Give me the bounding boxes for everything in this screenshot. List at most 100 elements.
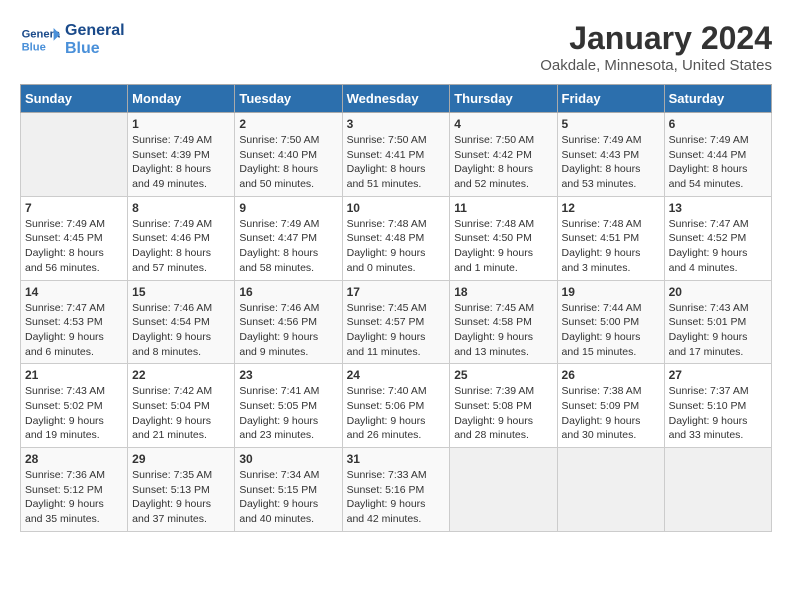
day-number: 14 bbox=[25, 285, 123, 299]
logo-line1: General bbox=[65, 22, 125, 40]
week-row-1: 1 Sunrise: 7:49 AMSunset: 4:39 PMDaylight… bbox=[21, 113, 772, 197]
calendar-cell: 17 Sunrise: 7:45 AMSunset: 4:57 PMDayligh… bbox=[342, 280, 450, 364]
day-number: 9 bbox=[239, 201, 337, 215]
page-header: General Blue General Blue January 2024 O… bbox=[20, 20, 772, 74]
day-info: Sunrise: 7:36 AMSunset: 5:12 PMDaylight:… bbox=[25, 468, 123, 527]
calendar-cell: 9 Sunrise: 7:49 AMSunset: 4:47 PMDaylight… bbox=[235, 196, 342, 280]
day-number: 25 bbox=[454, 368, 552, 382]
day-info: Sunrise: 7:34 AMSunset: 5:15 PMDaylight:… bbox=[239, 468, 337, 527]
calendar-cell: 28Sunrise: 7:36 AMSunset: 5:12 PMDayligh… bbox=[21, 448, 128, 532]
day-info: Sunrise: 7:43 AMSunset: 5:02 PMDaylight:… bbox=[25, 384, 123, 443]
calendar-cell bbox=[664, 448, 771, 532]
calendar-cell: 31Sunrise: 7:33 AMSunset: 5:16 PMDayligh… bbox=[342, 448, 450, 532]
day-number: 31 bbox=[347, 452, 446, 466]
day-number: 13 bbox=[669, 201, 767, 215]
day-info: Sunrise: 7:48 AMSunset: 4:50 PMDaylight:… bbox=[454, 217, 552, 276]
calendar-cell: 15 Sunrise: 7:46 AMSunset: 4:54 PMDayligh… bbox=[128, 280, 235, 364]
day-number: 16 bbox=[239, 285, 337, 299]
header-day-tuesday: Tuesday bbox=[235, 85, 342, 113]
day-info: Sunrise: 7:45 AMSunset: 4:57 PMDaylight:… bbox=[347, 301, 446, 360]
calendar-cell bbox=[450, 448, 557, 532]
day-info: Sunrise: 7:40 AMSunset: 5:06 PMDaylight:… bbox=[347, 384, 446, 443]
week-row-5: 28Sunrise: 7:36 AMSunset: 5:12 PMDayligh… bbox=[21, 448, 772, 532]
calendar-cell: 6 Sunrise: 7:49 AMSunset: 4:44 PMDaylight… bbox=[664, 113, 771, 197]
day-info: Sunrise: 7:39 AMSunset: 5:08 PMDaylight:… bbox=[454, 384, 552, 443]
day-info: Sunrise: 7:49 AMSunset: 4:39 PMDaylight:… bbox=[132, 133, 230, 192]
day-info: Sunrise: 7:47 AMSunset: 4:53 PMDaylight:… bbox=[25, 301, 123, 360]
day-info: Sunrise: 7:49 AMSunset: 4:45 PMDaylight:… bbox=[25, 217, 123, 276]
week-row-2: 7 Sunrise: 7:49 AMSunset: 4:45 PMDaylight… bbox=[21, 196, 772, 280]
day-info: Sunrise: 7:46 AMSunset: 4:56 PMDaylight:… bbox=[239, 301, 337, 360]
day-info: Sunrise: 7:42 AMSunset: 5:04 PMDaylight:… bbox=[132, 384, 230, 443]
day-number: 12 bbox=[562, 201, 660, 215]
title-block: January 2024 Oakdale, Minnesota, United … bbox=[540, 20, 772, 74]
calendar-cell: 5Sunrise: 7:49 AMSunset: 4:43 PMDaylight… bbox=[557, 113, 664, 197]
day-number: 22 bbox=[132, 368, 230, 382]
week-row-3: 14 Sunrise: 7:47 AMSunset: 4:53 PMDayligh… bbox=[21, 280, 772, 364]
day-info: Sunrise: 7:45 AMSunset: 4:58 PMDaylight:… bbox=[454, 301, 552, 360]
calendar-cell: 24 Sunrise: 7:40 AMSunset: 5:06 PMDayligh… bbox=[342, 364, 450, 448]
day-number: 2 bbox=[239, 117, 337, 131]
logo-line2: Blue bbox=[65, 40, 125, 58]
calendar-cell: 23 Sunrise: 7:41 AMSunset: 5:05 PMDayligh… bbox=[235, 364, 342, 448]
day-number: 30 bbox=[239, 452, 337, 466]
day-info: Sunrise: 7:49 AMSunset: 4:46 PMDaylight:… bbox=[132, 217, 230, 276]
calendar-cell: 29 Sunrise: 7:35 AMSunset: 5:13 PMDayligh… bbox=[128, 448, 235, 532]
calendar-cell bbox=[21, 113, 128, 197]
day-number: 1 bbox=[132, 117, 230, 131]
calendar-cell: 16 Sunrise: 7:46 AMSunset: 4:56 PMDayligh… bbox=[235, 280, 342, 364]
day-number: 21 bbox=[25, 368, 123, 382]
calendar-cell: 1 Sunrise: 7:49 AMSunset: 4:39 PMDaylight… bbox=[128, 113, 235, 197]
day-info: Sunrise: 7:46 AMSunset: 4:54 PMDaylight:… bbox=[132, 301, 230, 360]
calendar-cell: 7 Sunrise: 7:49 AMSunset: 4:45 PMDaylight… bbox=[21, 196, 128, 280]
day-number: 27 bbox=[669, 368, 767, 382]
calendar-header-row: SundayMondayTuesdayWednesdayThursdayFrid… bbox=[21, 85, 772, 113]
day-info: Sunrise: 7:50 AMSunset: 4:42 PMDaylight:… bbox=[454, 133, 552, 192]
day-number: 7 bbox=[25, 201, 123, 215]
week-row-4: 21 Sunrise: 7:43 AMSunset: 5:02 PMDayligh… bbox=[21, 364, 772, 448]
day-number: 10 bbox=[347, 201, 446, 215]
calendar-cell: 4 Sunrise: 7:50 AMSunset: 4:42 PMDaylight… bbox=[450, 113, 557, 197]
day-number: 5 bbox=[562, 117, 660, 131]
day-info: Sunrise: 7:44 AMSunset: 5:00 PMDaylight:… bbox=[562, 301, 660, 360]
calendar-cell: 19 Sunrise: 7:44 AMSunset: 5:00 PMDayligh… bbox=[557, 280, 664, 364]
day-info: Sunrise: 7:50 AMSunset: 4:40 PMDaylight:… bbox=[239, 133, 337, 192]
header-day-saturday: Saturday bbox=[664, 85, 771, 113]
calendar-cell: 18 Sunrise: 7:45 AMSunset: 4:58 PMDayligh… bbox=[450, 280, 557, 364]
day-number: 6 bbox=[669, 117, 767, 131]
calendar-cell: 22 Sunrise: 7:42 AMSunset: 5:04 PMDayligh… bbox=[128, 364, 235, 448]
calendar-cell: 3Sunrise: 7:50 AMSunset: 4:41 PMDaylight… bbox=[342, 113, 450, 197]
calendar-cell: 11Sunrise: 7:48 AMSunset: 4:50 PMDayligh… bbox=[450, 196, 557, 280]
header-day-thursday: Thursday bbox=[450, 85, 557, 113]
day-number: 17 bbox=[347, 285, 446, 299]
calendar-cell: 13Sunrise: 7:47 AMSunset: 4:52 PMDayligh… bbox=[664, 196, 771, 280]
logo: General Blue General Blue bbox=[20, 20, 125, 60]
svg-text:Blue: Blue bbox=[22, 41, 46, 53]
day-number: 4 bbox=[454, 117, 552, 131]
day-number: 19 bbox=[562, 285, 660, 299]
calendar-cell: 8Sunrise: 7:49 AMSunset: 4:46 PMDaylight… bbox=[128, 196, 235, 280]
header-day-wednesday: Wednesday bbox=[342, 85, 450, 113]
day-info: Sunrise: 7:41 AMSunset: 5:05 PMDaylight:… bbox=[239, 384, 337, 443]
header-day-friday: Friday bbox=[557, 85, 664, 113]
day-info: Sunrise: 7:38 AMSunset: 5:09 PMDaylight:… bbox=[562, 384, 660, 443]
day-number: 29 bbox=[132, 452, 230, 466]
day-info: Sunrise: 7:43 AMSunset: 5:01 PMDaylight:… bbox=[669, 301, 767, 360]
day-number: 23 bbox=[239, 368, 337, 382]
day-number: 15 bbox=[132, 285, 230, 299]
day-number: 18 bbox=[454, 285, 552, 299]
calendar-cell: 26 Sunrise: 7:38 AMSunset: 5:09 PMDayligh… bbox=[557, 364, 664, 448]
calendar-cell bbox=[557, 448, 664, 532]
day-info: Sunrise: 7:49 AMSunset: 4:44 PMDaylight:… bbox=[669, 133, 767, 192]
day-number: 20 bbox=[669, 285, 767, 299]
day-info: Sunrise: 7:49 AMSunset: 4:47 PMDaylight:… bbox=[239, 217, 337, 276]
calendar-table: SundayMondayTuesdayWednesdayThursdayFrid… bbox=[20, 84, 772, 532]
day-number: 24 bbox=[347, 368, 446, 382]
calendar-cell: 2 Sunrise: 7:50 AMSunset: 4:40 PMDaylight… bbox=[235, 113, 342, 197]
day-info: Sunrise: 7:35 AMSunset: 5:13 PMDaylight:… bbox=[132, 468, 230, 527]
day-info: Sunrise: 7:48 AMSunset: 4:51 PMDaylight:… bbox=[562, 217, 660, 276]
day-info: Sunrise: 7:48 AMSunset: 4:48 PMDaylight:… bbox=[347, 217, 446, 276]
day-number: 3 bbox=[347, 117, 446, 131]
day-number: 26 bbox=[562, 368, 660, 382]
calendar-cell: 12 Sunrise: 7:48 AMSunset: 4:51 PMDayligh… bbox=[557, 196, 664, 280]
